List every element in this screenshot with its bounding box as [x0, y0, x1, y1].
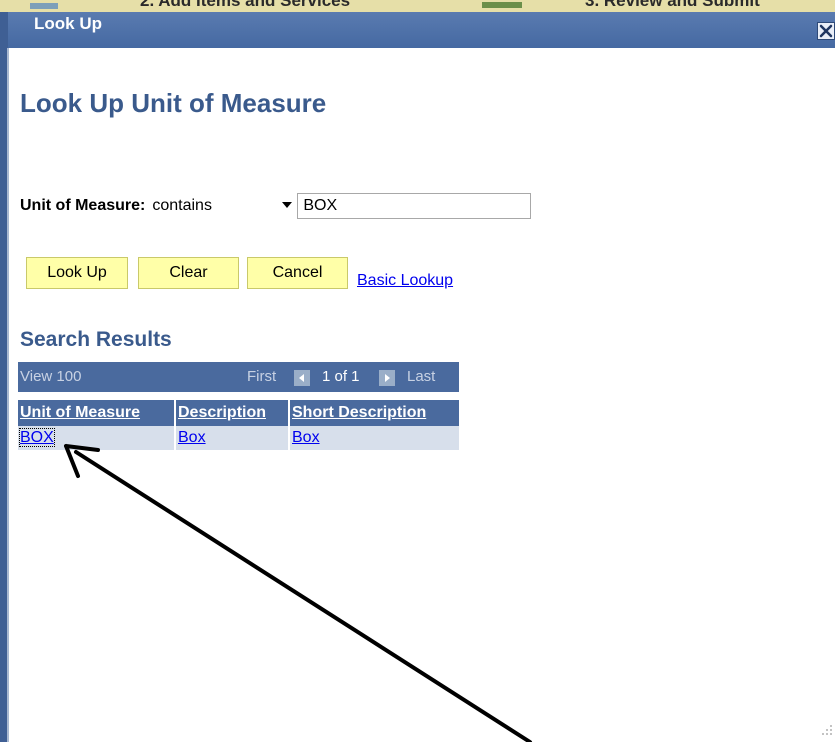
last-page-link[interactable]: Last	[407, 368, 435, 385]
dialog-title: Look Up	[34, 14, 102, 33]
chevron-down-icon	[282, 202, 293, 208]
results-header-row: Unit of Measure Description Short Descri…	[18, 400, 459, 426]
column-header-short-description[interactable]: Short Description	[290, 400, 459, 426]
result-short-description-link[interactable]: Box	[290, 426, 459, 450]
unit-of-measure-label: Unit of Measure:	[20, 197, 146, 214]
basic-lookup-link[interactable]: Basic Lookup	[357, 272, 453, 290]
results-grid: View 100 First 1 of 1 Last Unit of Measu…	[18, 362, 459, 450]
search-criteria-row: Unit of Measure: contains	[20, 192, 532, 220]
column-header-unit-of-measure[interactable]: Unit of Measure	[18, 400, 176, 426]
result-description-link[interactable]: Box	[176, 426, 290, 450]
table-row: BOX Box Box	[18, 426, 459, 450]
column-header-description[interactable]: Description	[176, 400, 290, 426]
clear-button[interactable]: Clear	[138, 257, 239, 289]
cancel-button[interactable]: Cancel	[247, 257, 348, 289]
operator-select-value: contains	[152, 197, 212, 214]
background-icon	[30, 3, 58, 9]
operator-select[interactable]: contains	[149, 193, 294, 219]
result-unit-of-measure-text[interactable]: BOX	[19, 428, 55, 447]
background-step-3: 3. Review and Submit	[585, 0, 760, 10]
next-page-icon[interactable]	[379, 370, 395, 386]
dialog-titlebar[interactable]: Look Up	[8, 12, 835, 48]
dialog-left-edge-inner	[7, 48, 9, 742]
view-100-link[interactable]: View 100	[20, 368, 81, 385]
page-title: Look Up Unit of Measure	[20, 88, 327, 118]
background-step-2: 2. Add Items and Services	[140, 0, 351, 10]
first-page-link[interactable]: First	[247, 368, 276, 385]
results-navigation-bar: View 100 First 1 of 1 Last	[18, 362, 459, 392]
lookup-page: 2. Add Items and Services 3. Review and …	[0, 0, 835, 742]
background-progress-bar	[482, 2, 522, 8]
search-results-title: Search Results	[20, 328, 172, 351]
page-counter: 1 of 1	[322, 368, 360, 385]
previous-page-icon[interactable]	[294, 370, 310, 386]
resize-grip-icon[interactable]	[821, 724, 833, 736]
result-unit-of-measure-link[interactable]: BOX	[18, 426, 176, 450]
background-page-strip: 2. Add Items and Services 3. Review and …	[0, 0, 835, 12]
close-icon[interactable]	[817, 22, 835, 40]
look-up-button[interactable]: Look Up	[26, 257, 128, 289]
unit-of-measure-input[interactable]	[297, 193, 532, 219]
